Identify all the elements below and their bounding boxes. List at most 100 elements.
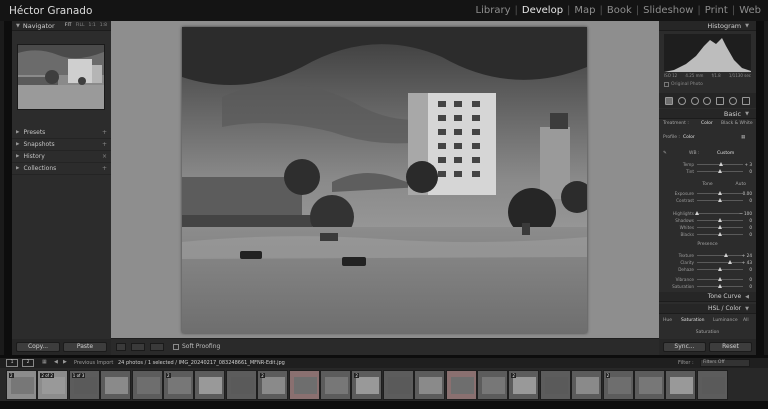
forward-arrow-icon[interactable]: ▶ bbox=[63, 359, 67, 365]
navigator-preview[interactable] bbox=[17, 44, 105, 110]
slider-contrast[interactable]: Contrast 0 bbox=[659, 197, 756, 204]
stack-badge[interactable]: 1 of 3 bbox=[71, 373, 86, 378]
hsl-tab-luminance[interactable]: Luminance bbox=[713, 318, 738, 323]
module-library[interactable]: Library bbox=[473, 5, 514, 16]
hsl-tab-all[interactable]: All bbox=[743, 318, 749, 323]
treatment-bw[interactable]: Black & White bbox=[721, 121, 753, 126]
filmstrip-thumbnail[interactable]: 2 bbox=[163, 370, 194, 400]
module-print[interactable]: Print bbox=[702, 5, 731, 16]
slider-handle[interactable] bbox=[718, 198, 722, 202]
slider-clarity[interactable]: Clarity + 43 bbox=[659, 259, 756, 266]
filter-select[interactable]: Filters Off bbox=[700, 359, 750, 367]
filmstrip-info[interactable]: 24 photos / 1 selected / IMG_20240217_08… bbox=[118, 360, 285, 366]
masking-tool-icon[interactable] bbox=[716, 96, 725, 105]
original-photo-checkbox[interactable] bbox=[664, 82, 669, 87]
slider-dehaze[interactable]: Dehaze 0 bbox=[659, 266, 756, 273]
slider-highlights[interactable]: Highlights − 100 bbox=[659, 210, 756, 217]
slider-temp[interactable]: Temp + 3 bbox=[659, 161, 756, 168]
filmstrip-thumbnail[interactable] bbox=[382, 370, 414, 400]
stack-badge[interactable]: 2 bbox=[511, 373, 516, 378]
secondary-window-button[interactable]: 2 bbox=[22, 359, 34, 367]
filmstrip-thumbnail[interactable]: 2 bbox=[257, 370, 289, 400]
slider-value[interactable]: 0 bbox=[749, 277, 752, 282]
hsl-header[interactable]: HSL / Color ▼ bbox=[659, 304, 756, 314]
snapshots-section[interactable]: ▶ Snapshots + bbox=[12, 139, 111, 151]
slider-track[interactable] bbox=[697, 213, 743, 214]
heal-tool-icon[interactable] bbox=[690, 96, 699, 105]
filmstrip-toggle[interactable] bbox=[0, 401, 768, 409]
slider-value[interactable]: 0 bbox=[749, 267, 752, 272]
slider-blacks[interactable]: Blacks 0 bbox=[659, 231, 756, 238]
filmstrip-thumbnail[interactable]: 2 of 2 bbox=[37, 370, 69, 400]
collections-section[interactable]: ▶ Collections + bbox=[12, 163, 111, 175]
slider-value[interactable]: 0 bbox=[749, 169, 752, 174]
slider-track[interactable] bbox=[697, 262, 743, 263]
stack-badge[interactable]: 2 bbox=[9, 373, 14, 378]
filmstrip-thumbnail[interactable] bbox=[445, 370, 477, 400]
slider-handle[interactable] bbox=[718, 191, 722, 195]
add-preset-icon[interactable]: + bbox=[102, 129, 107, 136]
slider-whites[interactable]: Whites 0 bbox=[659, 224, 756, 231]
add-snapshot-icon[interactable]: + bbox=[102, 141, 107, 148]
edit-tool-icon[interactable] bbox=[665, 96, 674, 105]
filmstrip-thumbnail[interactable] bbox=[571, 370, 603, 400]
tone-auto-button[interactable]: Auto bbox=[736, 182, 746, 187]
history-section[interactable]: ▶ History × bbox=[12, 151, 111, 163]
filmstrip-thumbnail[interactable] bbox=[288, 370, 320, 400]
filmstrip-thumbnail[interactable] bbox=[665, 370, 697, 400]
red-eye-tool-icon[interactable] bbox=[703, 96, 712, 105]
filmstrip-thumbnail[interactable] bbox=[696, 370, 728, 400]
zoom-fit[interactable]: FIT bbox=[65, 23, 72, 28]
slider-value[interactable]: 0 bbox=[749, 284, 752, 289]
presets-section[interactable]: ▶ Presets + bbox=[12, 127, 111, 139]
radial-tool-icon[interactable] bbox=[728, 96, 737, 105]
slider-handle[interactable] bbox=[723, 253, 728, 257]
treatment-color[interactable]: Color bbox=[701, 121, 713, 126]
filmstrip-thumbnail[interactable]: 1 of 3 bbox=[68, 370, 100, 400]
reset-button[interactable]: Reset bbox=[709, 342, 752, 352]
clear-history-icon[interactable]: × bbox=[102, 153, 107, 160]
module-develop[interactable]: Develop bbox=[519, 5, 566, 16]
main-window-button[interactable]: 1 bbox=[6, 359, 18, 367]
slider-value[interactable]: + 43 bbox=[742, 260, 752, 265]
slider-handle[interactable] bbox=[695, 211, 699, 215]
module-web[interactable]: Web bbox=[736, 5, 764, 16]
slider-value[interactable]: 0.00 bbox=[743, 191, 752, 196]
hsl-tab-hue[interactable]: Hue bbox=[663, 318, 672, 323]
soft-proofing-toggle[interactable]: Soft Proofing bbox=[173, 343, 220, 350]
stack-badge[interactable]: 2 bbox=[354, 373, 359, 378]
filmstrip-thumbnail[interactable] bbox=[131, 370, 163, 400]
slider-value[interactable]: 0 bbox=[749, 198, 752, 203]
slider-handle[interactable] bbox=[718, 169, 722, 173]
slider-handle[interactable] bbox=[718, 232, 722, 236]
filmstrip-thumbnail[interactable] bbox=[320, 370, 351, 400]
slider-value[interactable]: + 3 bbox=[744, 162, 752, 167]
tone-curve-header[interactable]: Tone Curve ◀ bbox=[659, 292, 756, 302]
main-photo[interactable] bbox=[182, 27, 587, 333]
filmstrip-thumbnail[interactable] bbox=[539, 370, 571, 400]
filmstrip-thumbnail[interactable]: 2 bbox=[6, 370, 37, 400]
filmstrip-thumbnail[interactable] bbox=[414, 370, 446, 400]
filmstrip-thumbnail[interactable]: 2 bbox=[602, 370, 634, 400]
slider-saturation[interactable]: Saturation 0 bbox=[659, 283, 756, 290]
slider-track[interactable] bbox=[697, 255, 743, 256]
navigator-header[interactable]: ▼ Navigator FIT FILL 1:1 1:8 bbox=[12, 21, 111, 31]
slider-shadows[interactable]: Shadows 0 bbox=[659, 217, 756, 224]
slider-handle[interactable] bbox=[718, 225, 722, 229]
slider-vibrance[interactable]: Vibrance 0 bbox=[659, 276, 756, 283]
slider-handle[interactable] bbox=[718, 218, 722, 222]
histogram-header[interactable]: Histogram ▼ bbox=[659, 21, 756, 31]
filmstrip-thumbnail[interactable] bbox=[194, 370, 226, 400]
right-panel-toggle[interactable] bbox=[764, 21, 768, 355]
slider-texture[interactable]: Texture + 24 bbox=[659, 252, 756, 259]
module-book[interactable]: Book bbox=[604, 5, 635, 16]
module-map[interactable]: Map bbox=[571, 5, 598, 16]
slider-handle[interactable] bbox=[728, 260, 733, 264]
zoom-1-1[interactable]: 1:1 bbox=[89, 23, 96, 28]
crop-tool-icon[interactable] bbox=[678, 96, 687, 105]
slider-value[interactable]: 0 bbox=[749, 218, 752, 223]
zoom-1-8[interactable]: 1:8 bbox=[100, 23, 107, 28]
hsl-tab-saturation[interactable]: Saturation bbox=[681, 318, 704, 323]
slider-handle[interactable] bbox=[718, 162, 723, 166]
soft-proofing-checkbox[interactable] bbox=[173, 343, 179, 350]
